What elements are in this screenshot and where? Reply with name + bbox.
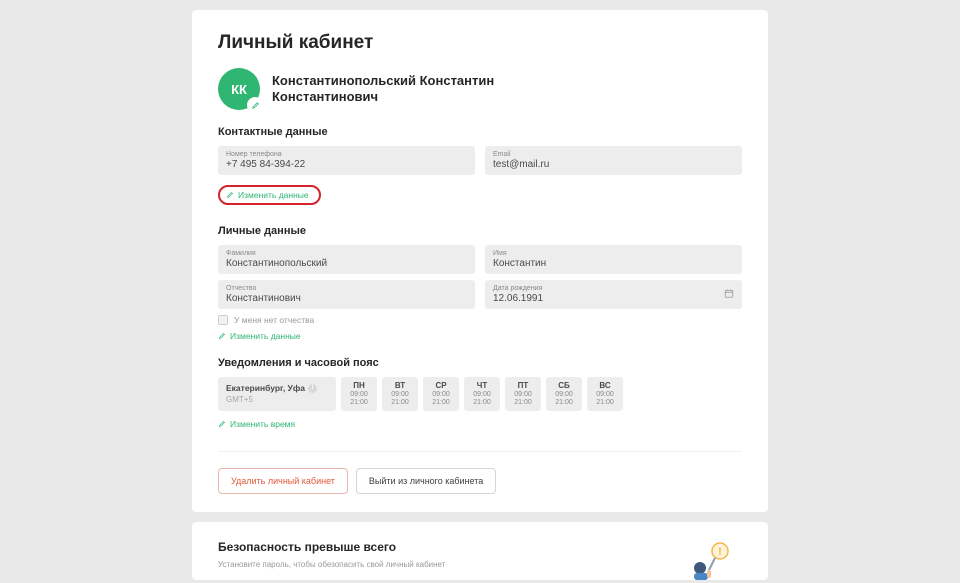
full-name: Константинопольский Константин Константи…: [272, 73, 494, 106]
action-buttons: Удалить личный кабинет Выйти из личного …: [218, 451, 742, 494]
profile-header: КК Константинопольский Константин Конста…: [218, 68, 742, 110]
avatar[interactable]: КК: [218, 68, 260, 110]
no-patronymic-checkbox[interactable]: У меня нет отчества: [218, 315, 742, 325]
pencil-icon: [218, 332, 226, 340]
day-to: 21:00: [382, 399, 418, 407]
day-from: 09:00: [423, 391, 459, 399]
day-box-tue[interactable]: ВТ 09:00 21:00: [382, 377, 418, 411]
day-from: 09:00: [587, 391, 623, 399]
day-from: 09:00: [341, 391, 377, 399]
day-to: 21:00: [505, 399, 541, 407]
name-value: Константин: [493, 258, 734, 269]
day-box-fri[interactable]: ПТ 09:00 21:00: [505, 377, 541, 411]
edit-personal-button[interactable]: Изменить данные: [218, 329, 301, 343]
timezone-offset: GMT+5: [226, 395, 328, 404]
timezone-row: Екатеринбург, Уфа i GMT+5 ПН 09:00 21:00…: [218, 377, 742, 411]
full-name-line2: Константинович: [272, 89, 494, 105]
name-field[interactable]: Имя Константин: [485, 245, 742, 274]
surname-value: Константинопольский: [226, 258, 467, 269]
dob-field[interactable]: Дата рождения 12.06.1991: [485, 280, 742, 309]
email-label: Email: [493, 151, 734, 158]
logout-button[interactable]: Выйти из личного кабинета: [356, 468, 496, 494]
day-box-thu[interactable]: ЧТ 09:00 21:00: [464, 377, 500, 411]
day-box-wed[interactable]: СР 09:00 21:00: [423, 377, 459, 411]
delete-account-button[interactable]: Удалить личный кабинет: [218, 468, 348, 494]
info-icon[interactable]: i: [308, 384, 317, 393]
day-name: СР: [423, 381, 459, 390]
checkbox-icon: [218, 315, 228, 325]
pencil-icon: [226, 191, 234, 199]
pencil-icon: [218, 420, 226, 428]
timezone-city: Екатеринбург, Уфа: [226, 383, 305, 393]
day-to: 21:00: [423, 399, 459, 407]
timezone-box[interactable]: Екатеринбург, Уфа i GMT+5: [218, 377, 336, 411]
security-illustration: !: [682, 540, 742, 580]
avatar-initials: КК: [231, 82, 247, 97]
day-to: 21:00: [464, 399, 500, 407]
phone-value: +7 495 84-394-22: [226, 159, 467, 170]
section-title-personal: Личные данные: [218, 225, 742, 237]
phone-label: Номер телефона: [226, 151, 467, 158]
avatar-edit-button[interactable]: [247, 97, 263, 113]
day-to: 21:00: [546, 399, 582, 407]
day-name: ЧТ: [464, 381, 500, 390]
day-from: 09:00: [546, 391, 582, 399]
edit-personal-label: Изменить данные: [230, 331, 301, 341]
calendar-icon: [724, 288, 734, 301]
edit-time-label: Изменить время: [230, 419, 295, 429]
svg-text:!: !: [718, 546, 722, 558]
edit-time-button[interactable]: Изменить время: [218, 417, 295, 431]
day-box-mon[interactable]: ПН 09:00 21:00: [341, 377, 377, 411]
day-name: ПН: [341, 381, 377, 390]
email-value: test@mail.ru: [493, 159, 734, 170]
day-from: 09:00: [464, 391, 500, 399]
day-from: 09:00: [505, 391, 541, 399]
patronymic-value: Константинович: [226, 293, 467, 304]
patronymic-field[interactable]: Отчество Константинович: [218, 280, 475, 309]
pencil-icon: [251, 101, 260, 110]
section-title-notifications: Уведомления и часовой пояс: [218, 357, 742, 369]
day-box-sun[interactable]: ВС 09:00 21:00: [587, 377, 623, 411]
security-subtitle: Установите пароль, чтобы обезопасить сво…: [218, 560, 666, 570]
dob-label: Дата рождения: [493, 285, 734, 292]
security-card: Безопасность превыше всего Установите па…: [192, 522, 768, 580]
edit-contact-button[interactable]: Изменить данные: [218, 185, 321, 205]
patronymic-label: Отчество: [226, 285, 467, 292]
phone-field[interactable]: Номер телефона +7 495 84-394-22: [218, 146, 475, 175]
section-title-contact: Контактные данные: [218, 126, 742, 138]
dob-value: 12.06.1991: [493, 293, 734, 304]
surname-label: Фамилия: [226, 250, 467, 257]
name-label: Имя: [493, 250, 734, 257]
security-title: Безопасность превыше всего: [218, 540, 666, 554]
day-to: 21:00: [341, 399, 377, 407]
surname-field[interactable]: Фамилия Константинопольский: [218, 245, 475, 274]
edit-contact-label: Изменить данные: [238, 190, 309, 200]
day-from: 09:00: [382, 391, 418, 399]
day-name: ВС: [587, 381, 623, 390]
day-name: ПТ: [505, 381, 541, 390]
profile-card: Личный кабинет КК Константинопольский Ко…: [192, 10, 768, 512]
day-box-sat[interactable]: СБ 09:00 21:00: [546, 377, 582, 411]
full-name-line1: Константинопольский Константин: [272, 73, 494, 89]
page-title: Личный кабинет: [218, 32, 742, 54]
day-name: СБ: [546, 381, 582, 390]
no-patronymic-label: У меня нет отчества: [234, 315, 314, 325]
day-name: ВТ: [382, 381, 418, 390]
day-to: 21:00: [587, 399, 623, 407]
email-field[interactable]: Email test@mail.ru: [485, 146, 742, 175]
